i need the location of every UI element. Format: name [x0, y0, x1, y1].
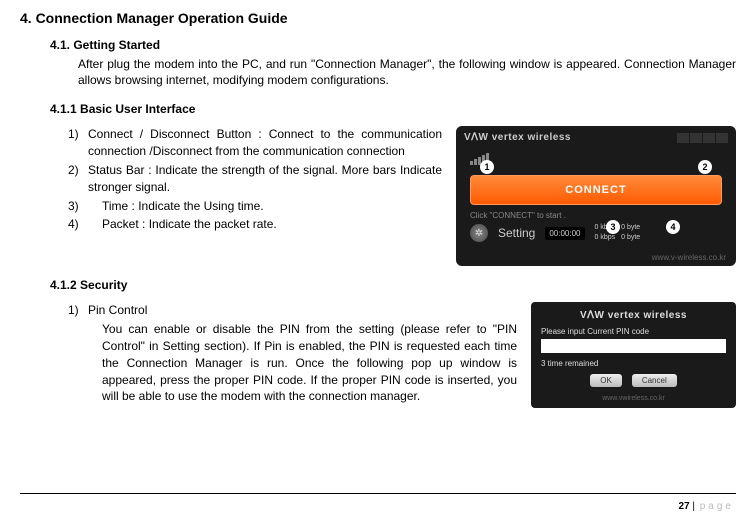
section-heading-4-1-2: 4.1.2 Security [50, 278, 736, 292]
list-number: 3) [68, 198, 88, 215]
pin-input[interactable] [541, 339, 726, 353]
list-number: 1) [68, 302, 88, 319]
section-heading-4: 4. Connection Manager Operation Guide [20, 10, 736, 26]
section-heading-4-1-1: 4.1.1 Basic User Interface [50, 102, 736, 116]
basic-list: 1) Connect / Disconnect Button : Connect… [68, 126, 442, 266]
list-text: Time : Indicate the Using time. [102, 198, 442, 215]
timer-display: 00:00:00 [545, 227, 584, 240]
footer-rule [20, 493, 736, 494]
list-text: Packet : Indicate the packet rate. [102, 216, 442, 233]
rate-up-bytes: 0 byte [621, 224, 640, 232]
rate-dn-bytes: 0 byte [621, 234, 640, 242]
figure-pin-dialog: VᐱW vertex wireless Please input Current… [531, 302, 736, 408]
callout-badge-1: 1 [480, 160, 494, 174]
connect-button[interactable]: CONNECT [470, 175, 722, 205]
app-logo: VᐱW vertex wireless [464, 132, 571, 143]
list-number: 2) [68, 162, 88, 196]
intro-paragraph: After plug the modem into the PC, and ru… [78, 56, 736, 88]
list-number: 4) [68, 216, 88, 233]
gear-icon[interactable]: ✲ [470, 224, 488, 242]
page-sep: | [690, 501, 698, 512]
rate-dn-kbps: 0 kbps [595, 234, 616, 242]
list-item: 4) Packet : Indicate the packet rate. [68, 216, 442, 233]
list-text: Status Bar : Indicate the strength of th… [88, 162, 442, 196]
list-number: 1) [68, 126, 88, 160]
list-item: 2) Status Bar : Indicate the strength of… [68, 162, 442, 196]
pin-label: Please input Current PIN code [541, 327, 726, 336]
dialog-logo: VᐱW vertex wireless [541, 310, 726, 321]
list-item: 1) Pin Control [68, 302, 517, 319]
page-footer: 27 | page [678, 501, 734, 512]
page-word: page [700, 501, 734, 512]
section-heading-4-1: 4.1. Getting Started [50, 38, 736, 52]
cancel-button[interactable]: Cancel [632, 374, 677, 387]
list-text: Connect / Disconnect Button : Connect to… [88, 126, 442, 160]
attempts-remaining: 3 time remained [541, 359, 726, 368]
dialog-url: www.vwireless.co.kr [541, 395, 726, 402]
window-controls[interactable] [677, 133, 728, 143]
page-number: 27 [678, 501, 689, 512]
list-title: Pin Control [88, 302, 517, 319]
figure-connection-manager-window: VᐱW vertex wireless CONNECT Click "CONNE… [456, 126, 736, 266]
list-body: You can enable or disable the PIN from t… [102, 321, 517, 405]
security-list: 1) Pin Control You can enable or disable… [68, 302, 517, 405]
callout-badge-2: 2 [698, 160, 712, 174]
connect-hint: Click "CONNECT" to start . [456, 211, 736, 220]
ok-button[interactable]: OK [590, 374, 622, 387]
list-item: 1) Connect / Disconnect Button : Connect… [68, 126, 442, 160]
list-item: 3) Time : Indicate the Using time. [68, 198, 442, 215]
setting-button[interactable]: Setting [498, 226, 535, 240]
figure-url: www.v-wireless.co.kr [652, 253, 726, 262]
